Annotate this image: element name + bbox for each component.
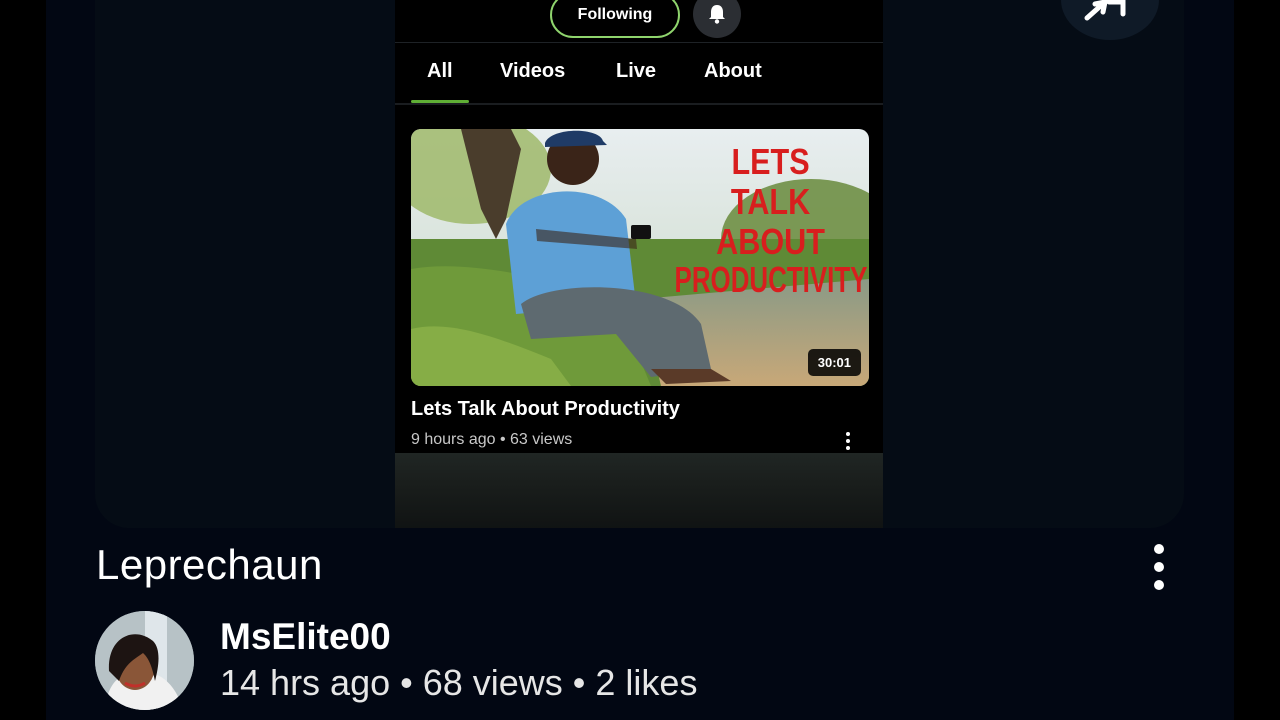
pin-icon [1084, 0, 1126, 21]
notification-bell-button[interactable] [693, 0, 741, 38]
tab-all[interactable]: All [427, 60, 453, 83]
more-vertical-icon [1154, 544, 1164, 554]
thumbnail-text-line: ABOUT [716, 223, 825, 263]
more-vertical-icon-dot [1154, 580, 1164, 590]
duration-badge: 30:01 [807, 349, 861, 376]
avatar-image [95, 611, 194, 710]
video-player[interactable]: Following All Videos Live About LETS TAL… [95, 0, 1184, 528]
next-video-card[interactable] [395, 453, 883, 528]
pin-button[interactable] [1061, 0, 1159, 40]
video-more-button[interactable] [839, 428, 857, 454]
video-thumbnail[interactable]: LETS TALK ABOUT PRODUCTIVITY 30:01 [411, 129, 869, 386]
more-vertical-icon-dot [1154, 562, 1164, 572]
avatar[interactable] [95, 611, 194, 710]
more-options-button[interactable] [1148, 542, 1170, 592]
divider [395, 103, 883, 105]
video-title[interactable]: Lets Talk About Productivity [411, 398, 680, 421]
more-vertical-icon [846, 432, 850, 436]
post-meta: 14 hrs ago • 68 views • 2 likes [220, 662, 698, 703]
tab-videos[interactable]: Videos [500, 60, 565, 83]
tab-about[interactable]: About [704, 60, 762, 83]
channel-name[interactable]: MsElite00 [220, 616, 391, 658]
thumbnail-text-line: LETS [731, 143, 809, 183]
following-button[interactable]: Following [550, 0, 680, 38]
more-vertical-icon-dot [846, 446, 850, 450]
thumbnail-text-line: PRODUCTIVITY [675, 260, 868, 300]
page-title: Leprechaun [96, 541, 323, 588]
channel-tabs: All Videos Live About [395, 43, 883, 103]
thumbnail-text-line: TALK [731, 183, 810, 223]
more-vertical-icon-dot [846, 439, 850, 443]
channel-page-recording: Following All Videos Live About LETS TAL… [395, 0, 883, 528]
bell-icon [709, 5, 725, 24]
tab-live[interactable]: Live [616, 60, 656, 83]
thumbnail-image: LETS TALK ABOUT PRODUCTIVITY [411, 129, 869, 386]
video-meta: 9 hours ago • 63 views [411, 431, 573, 448]
